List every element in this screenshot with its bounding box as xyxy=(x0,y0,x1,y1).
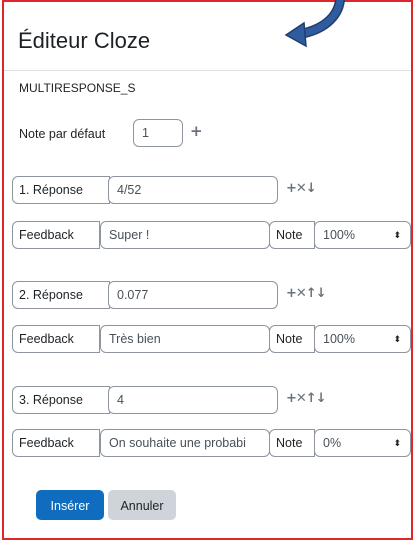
default-mark-input[interactable]: 1 xyxy=(133,119,183,147)
answer-2-actions: +✕↑↓ xyxy=(286,286,327,301)
feedback-1-input[interactable]: Super ! xyxy=(100,221,270,249)
grade-3-select[interactable]: 0% ⬍ xyxy=(314,429,411,457)
cancel-button[interactable]: Annuler xyxy=(108,490,176,520)
grade-2-label: Note xyxy=(269,325,315,353)
grade-2-value: 100% xyxy=(323,332,355,346)
answer-2-label: 2. Réponse xyxy=(12,281,110,309)
answer-3-label: 3. Réponse xyxy=(12,386,110,414)
feedback-2-input[interactable]: Très bien xyxy=(100,325,270,353)
delete-icon[interactable]: ✕ xyxy=(296,286,307,301)
select-caret-icon: ⬍ xyxy=(393,334,401,344)
feedback-2-label: Feedback xyxy=(12,325,100,353)
select-caret-icon: ⬍ xyxy=(393,438,401,448)
add-icon[interactable]: + xyxy=(286,181,297,196)
grade-3-value: 0% xyxy=(323,436,342,450)
answer-3-actions: +✕↑↓ xyxy=(286,391,327,406)
move-up-icon[interactable]: ↑ xyxy=(306,286,317,301)
answer-1-input[interactable]: 4/52 xyxy=(108,176,278,204)
cloze-editor-dialog: Éditeur Cloze MULTIRESPONSE_S Note par d… xyxy=(2,0,413,540)
grade-1-select[interactable]: 100% ⬍ xyxy=(314,221,411,249)
add-answer-icon[interactable]: + xyxy=(190,122,203,140)
annotation-arrow-icon xyxy=(284,0,345,48)
move-up-icon[interactable]: ↑ xyxy=(306,391,317,406)
answer-1-actions: +✕↓ xyxy=(286,181,317,196)
move-down-icon[interactable]: ↓ xyxy=(306,181,317,196)
delete-icon[interactable]: ✕ xyxy=(296,181,307,196)
move-down-icon[interactable]: ↓ xyxy=(316,286,327,301)
feedback-3-input[interactable]: On souhaite une probabi xyxy=(100,429,270,457)
grade-1-value: 100% xyxy=(323,228,355,242)
delete-icon[interactable]: ✕ xyxy=(296,391,307,406)
answer-1-label: 1. Réponse xyxy=(12,176,110,204)
dialog-title: Éditeur Cloze xyxy=(18,28,151,53)
grade-1-label: Note xyxy=(269,221,315,249)
insert-button[interactable]: Insérer xyxy=(36,490,104,520)
default-mark-label: Note par défaut xyxy=(19,127,106,141)
answer-2-input[interactable]: 0.077 xyxy=(108,281,278,309)
answer-3-input[interactable]: 4 xyxy=(108,386,278,414)
question-type-label: MULTIRESPONSE_S xyxy=(19,81,136,95)
grade-2-select[interactable]: 100% ⬍ xyxy=(314,325,411,353)
feedback-3-label: Feedback xyxy=(12,429,100,457)
feedback-1-label: Feedback xyxy=(12,221,100,249)
move-down-icon[interactable]: ↓ xyxy=(316,391,327,406)
select-caret-icon: ⬍ xyxy=(393,230,401,240)
add-icon[interactable]: + xyxy=(286,286,297,301)
grade-3-label: Note xyxy=(269,429,315,457)
add-icon[interactable]: + xyxy=(286,391,297,406)
